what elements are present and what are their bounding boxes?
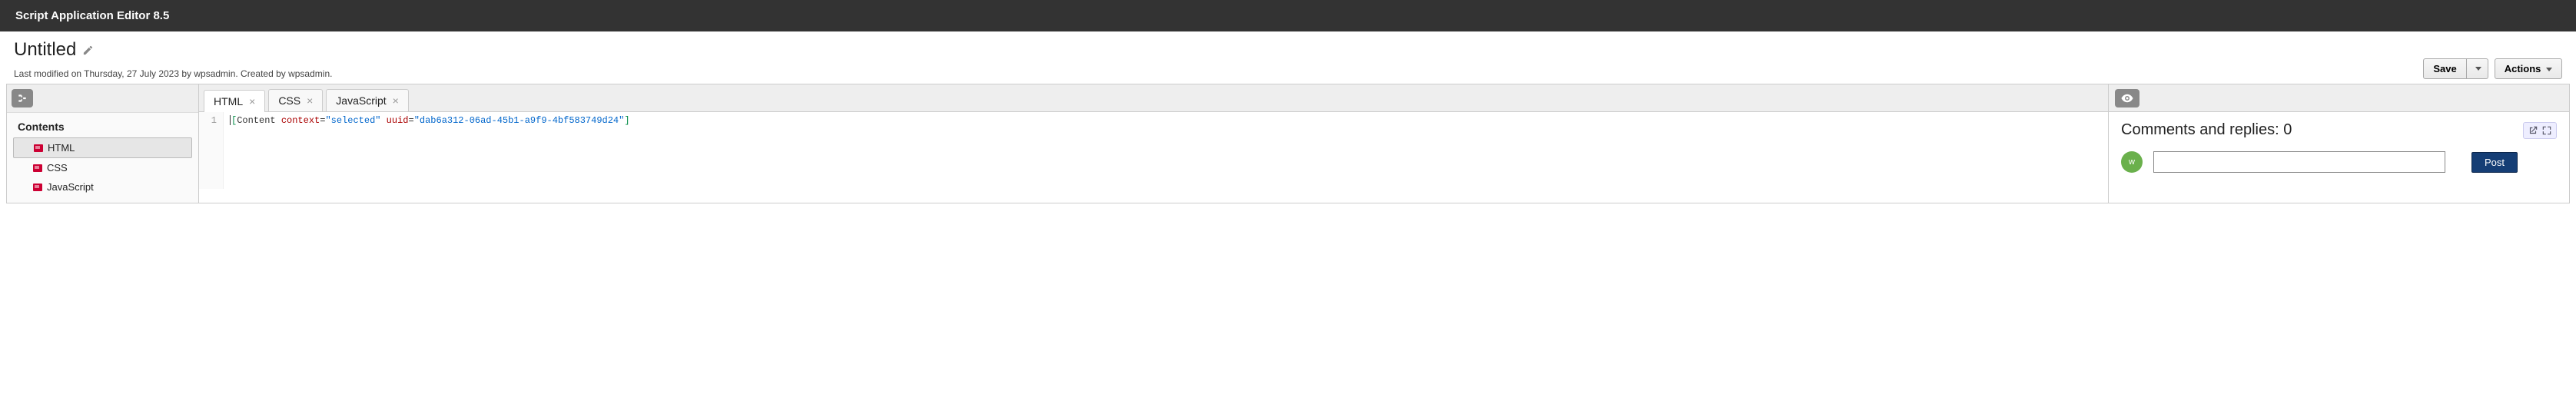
sidebar: Contents HTML CSS JavaScript [7,84,199,203]
sidebar-item-css[interactable]: CSS [7,158,198,177]
sidebar-item-label: HTML [48,142,75,154]
line-gutter: 1 [199,112,224,189]
sidebar-item-label: JavaScript [47,181,94,193]
tab-bar: HTML × CSS × JavaScript × [199,84,2108,112]
edit-title-icon[interactable] [82,45,94,56]
comment-input-row: w Post [2121,151,2557,173]
sidebar-toolbar [7,84,198,113]
document-header: Untitled Last modified on Thursday, 27 J… [0,31,2576,84]
tree-icon [17,93,28,104]
comment-input[interactable] [2153,151,2445,173]
eye-icon [2120,91,2134,105]
comments-panel: Comments and replies: 0 w Post [2109,112,2569,182]
tab-css[interactable]: CSS × [268,89,323,111]
close-icon[interactable]: × [307,94,313,107]
main-area: Contents HTML CSS JavaScript HTML × CSS [6,84,2570,203]
right-toolbar [2109,84,2569,112]
contents-list: HTML CSS JavaScript [7,137,198,203]
comments-title: Comments and replies: 0 [2121,121,2292,139]
tab-label: JavaScript [336,94,386,107]
actions-button[interactable]: Actions [2495,58,2562,79]
tree-view-button[interactable] [12,89,33,107]
expand-icon[interactable] [2541,125,2552,136]
actions-bar: Save Actions [2423,58,2562,79]
caret-down-icon [2546,68,2552,71]
sidebar-item-javascript[interactable]: JavaScript [7,177,198,197]
tab-label: HTML [214,95,243,107]
file-icon [34,144,43,152]
document-title: Untitled [14,39,76,61]
file-icon [33,164,42,172]
sidebar-item-label: CSS [47,162,68,174]
popout-icon[interactable] [2528,125,2538,136]
post-button[interactable]: Post [2471,152,2518,173]
file-icon [33,184,42,191]
save-button[interactable]: Save [2423,58,2466,79]
tab-javascript[interactable]: JavaScript × [326,89,409,111]
preview-button[interactable] [2115,89,2139,107]
line-number: 1 [199,115,217,126]
editor-area: HTML × CSS × JavaScript × 1 [Content con… [199,84,2108,203]
close-icon[interactable]: × [249,95,255,107]
title-area: Untitled Last modified on Thursday, 27 J… [14,39,332,79]
code-editor[interactable]: 1 [Content context="selected" uuid="dab6… [199,112,2108,189]
code-content[interactable]: [Content context="selected" uuid="dab6a3… [224,112,636,189]
right-panel: Comments and replies: 0 w Post [2108,84,2569,203]
panel-window-controls [2523,122,2557,139]
save-button-group: Save [2423,58,2488,79]
comments-header: Comments and replies: 0 [2121,121,2557,139]
caret-down-icon [2475,67,2481,71]
app-title-bar: Script Application Editor 8.5 [0,0,2576,31]
tab-html[interactable]: HTML × [204,90,265,112]
title-line: Untitled [14,39,332,61]
tab-label: CSS [278,94,300,107]
contents-header: Contents [7,113,198,137]
sidebar-item-html[interactable]: HTML [13,137,192,158]
document-meta: Last modified on Thursday, 27 July 2023 … [14,68,332,79]
avatar: w [2121,151,2143,173]
text-cursor [230,115,231,125]
close-icon[interactable]: × [393,94,399,107]
save-dropdown-button[interactable] [2467,58,2488,79]
app-title: Script Application Editor 8.5 [15,9,169,22]
